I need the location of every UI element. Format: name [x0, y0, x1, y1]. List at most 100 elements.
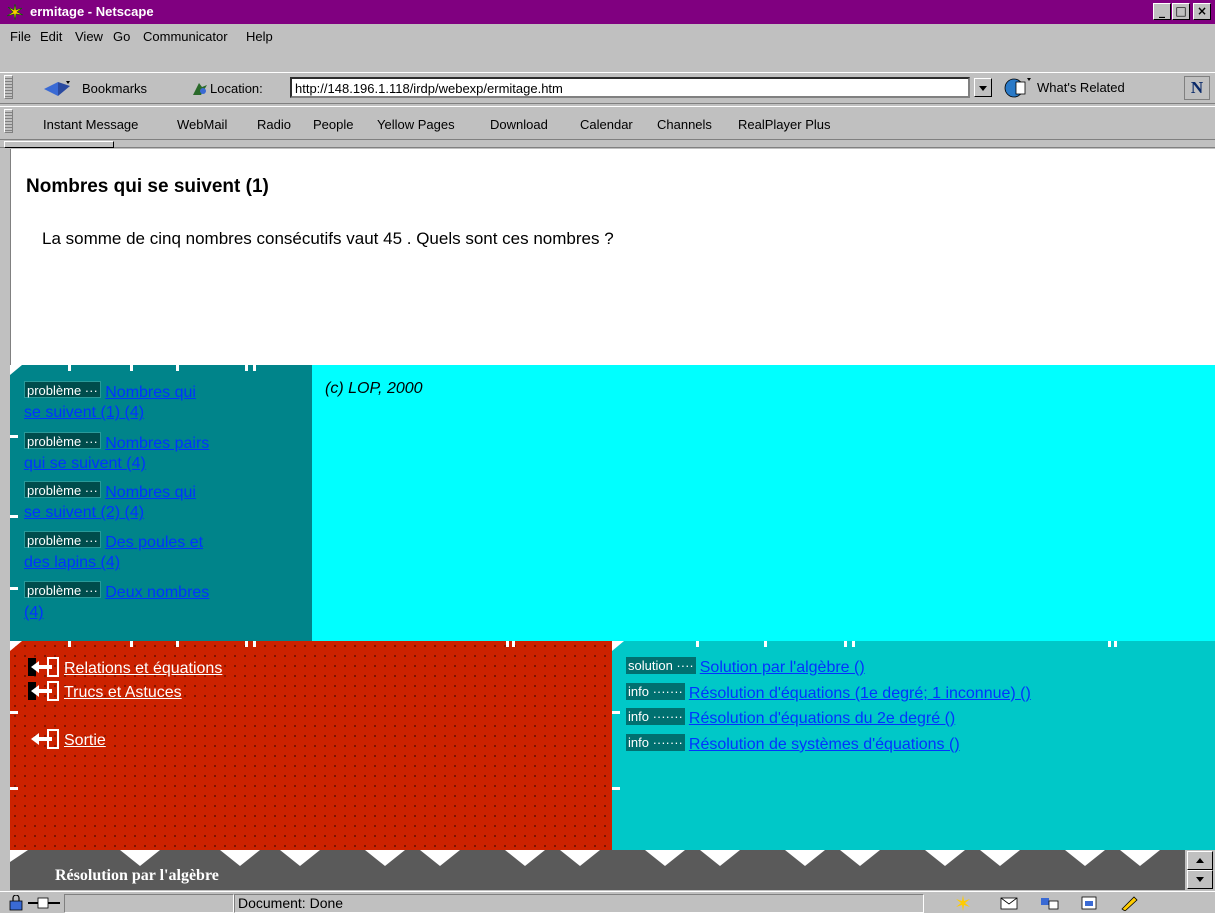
frame-tick — [512, 641, 515, 647]
resource-link[interactable]: Résolution d'équations du 2e degré () — [689, 710, 955, 727]
security-lock-icon[interactable] — [8, 895, 28, 911]
toolbar-grip[interactable] — [4, 75, 13, 99]
frame-tick — [245, 641, 248, 647]
title-bar[interactable]: ermitage - Netscape _ □ × — [0, 0, 1215, 24]
maximize-button[interactable]: □ — [1172, 3, 1190, 20]
arrow-back-icon — [28, 681, 59, 701]
problem-item[interactable]: problème ··· Deux nombres (4) — [24, 581, 284, 623]
pt-webmail[interactable]: WebMail — [177, 117, 227, 132]
newsgroups-icon[interactable] — [1040, 895, 1060, 911]
problem-item[interactable]: problème ··· Nombres qui se suivent (2) … — [24, 481, 284, 523]
frame-corner — [10, 365, 22, 375]
location-input[interactable]: http://148.196.1.118/irdp/webexp/ermitag… — [290, 77, 970, 98]
frame-tick — [1108, 641, 1111, 647]
resource-tag: info ······· — [626, 708, 685, 725]
pt-radio[interactable]: Radio — [257, 117, 291, 132]
resource-item[interactable]: info ······· Résolution d'équations (1e d… — [626, 683, 1031, 703]
resource-item[interactable]: info ······· Résolution de systèmes d'équ… — [626, 734, 960, 754]
frame-corner — [612, 641, 624, 651]
arrow-up-icon — [1196, 858, 1204, 863]
problem-link-line1[interactable]: Nombres qui — [105, 384, 196, 401]
pt-instant-message[interactable]: Instant Message — [43, 117, 138, 132]
nav-link-relations[interactable]: Relations et équations — [28, 657, 222, 678]
scroll-up-button[interactable] — [1187, 851, 1213, 870]
toolbar-grip[interactable] — [4, 109, 13, 133]
resource-item[interactable]: info ······· Résolution d'équations du 2e… — [626, 708, 955, 728]
resource-tag: solution ···· — [626, 657, 696, 674]
problem-list-frame: problème ··· Nombres qui se suivent (1) … — [10, 365, 312, 641]
banner-triangles — [10, 850, 1160, 866]
pt-realplayer-plus[interactable]: RealPlayer Plus — [738, 117, 831, 132]
scroll-down-button[interactable] — [1187, 870, 1213, 889]
navigator-icon[interactable] — [955, 895, 971, 911]
minimize-button[interactable]: _ — [1153, 3, 1171, 20]
resource-tag: info ······· — [626, 734, 685, 751]
frame-tick — [696, 641, 699, 647]
nav-link-label[interactable]: Sortie — [64, 732, 106, 749]
netscape-logo[interactable]: N — [1184, 76, 1210, 100]
frame-tick — [612, 711, 620, 714]
problem-link-line1[interactable]: Deux nombres — [105, 584, 209, 601]
pt-download[interactable]: Download — [490, 117, 548, 132]
menu-go[interactable]: Go — [113, 29, 130, 44]
menu-communicator[interactable]: Communicator — [143, 29, 228, 44]
location-icon — [193, 83, 207, 95]
composer-icon[interactable] — [1080, 895, 1100, 911]
copyright-text: (c) LOP, 2000 — [325, 380, 423, 397]
location-label: Location: — [210, 81, 263, 96]
progress-cell — [64, 894, 234, 913]
browser-window: ermitage - Netscape _ □ × File Edit View… — [0, 0, 1215, 913]
problem-link-line2[interactable]: qui se suivent (4) — [24, 455, 146, 472]
menu-edit[interactable]: Edit — [40, 29, 62, 44]
whats-related-button[interactable]: What's Related — [1037, 80, 1125, 95]
banner-scrollbar[interactable] — [1185, 850, 1215, 890]
menu-bar: File Edit View Go Communicator Help — [0, 24, 1215, 48]
menu-file[interactable]: File — [10, 29, 31, 44]
pt-calendar[interactable]: Calendar — [580, 117, 633, 132]
problem-tag: problème ··· — [24, 432, 101, 449]
frame-tick — [10, 711, 18, 714]
menu-help[interactable]: Help — [246, 29, 273, 44]
mail-icon[interactable] — [1000, 895, 1020, 911]
resource-link[interactable]: Solution par l'algèbre () — [700, 659, 865, 676]
close-button[interactable]: × — [1193, 3, 1211, 20]
problem-link-line2[interactable]: (4) — [24, 604, 44, 621]
resources-frame: solution ···· Solution par l'algèbre () i… — [612, 641, 1215, 850]
frame-tick — [68, 641, 71, 647]
problem-item[interactable]: problème ··· Nombres pairs qui se suiven… — [24, 432, 284, 474]
resource-link[interactable]: Résolution d'équations (1e degré; 1 inco… — [689, 685, 1031, 702]
nav-link-label[interactable]: Trucs et Astuces — [64, 684, 182, 701]
nav-link-sortie[interactable]: Sortie — [28, 729, 106, 750]
edit-pencil-icon[interactable] — [1120, 895, 1140, 911]
problem-tag: problème ··· — [24, 481, 101, 498]
pt-channels[interactable]: Channels — [657, 117, 712, 132]
frame-tick — [253, 641, 256, 647]
frame-tick — [10, 515, 18, 518]
problem-item[interactable]: problème ··· Des poules et des lapins (4… — [24, 531, 284, 573]
bookmarks-button[interactable]: Bookmarks — [82, 81, 147, 96]
location-dropdown-button[interactable] — [974, 78, 992, 97]
problem-link-line1[interactable]: Nombres qui — [105, 484, 196, 501]
problem-link-line2[interactable]: se suivent (1) (4) — [24, 404, 144, 421]
banner-title: Résolution par l'algèbre — [55, 867, 219, 884]
frame-tick — [176, 641, 179, 647]
problem-link-line1[interactable]: Nombres pairs — [105, 435, 209, 452]
resource-link[interactable]: Résolution de systèmes d'équations () — [689, 736, 960, 753]
status-text: Document: Done — [238, 895, 344, 911]
nav-link-label[interactable]: Relations et équations — [64, 660, 222, 677]
frame-tick — [68, 365, 71, 371]
connection-icon — [28, 897, 60, 909]
problem-item[interactable]: problème ··· Nombres qui se suivent (1) … — [24, 381, 284, 423]
exit-icon — [31, 729, 59, 749]
toolbar-collapse-tab[interactable] — [4, 141, 114, 148]
pt-people[interactable]: People — [313, 117, 353, 132]
menu-view[interactable]: View — [75, 29, 103, 44]
pt-yellow-pages[interactable]: Yellow Pages — [377, 117, 455, 132]
resource-item[interactable]: solution ···· Solution par l'algèbre () — [626, 657, 865, 677]
problem-tag: problème ··· — [24, 581, 101, 598]
problem-link-line1[interactable]: Des poules et — [105, 534, 203, 551]
problem-link-line2[interactable]: des lapins (4) — [24, 554, 120, 571]
problem-link-line2[interactable]: se suivent (2) (4) — [24, 504, 144, 521]
problem-statement: La somme de cinq nombres consécutifs vau… — [42, 229, 614, 248]
nav-link-trucs[interactable]: Trucs et Astuces — [28, 681, 182, 702]
